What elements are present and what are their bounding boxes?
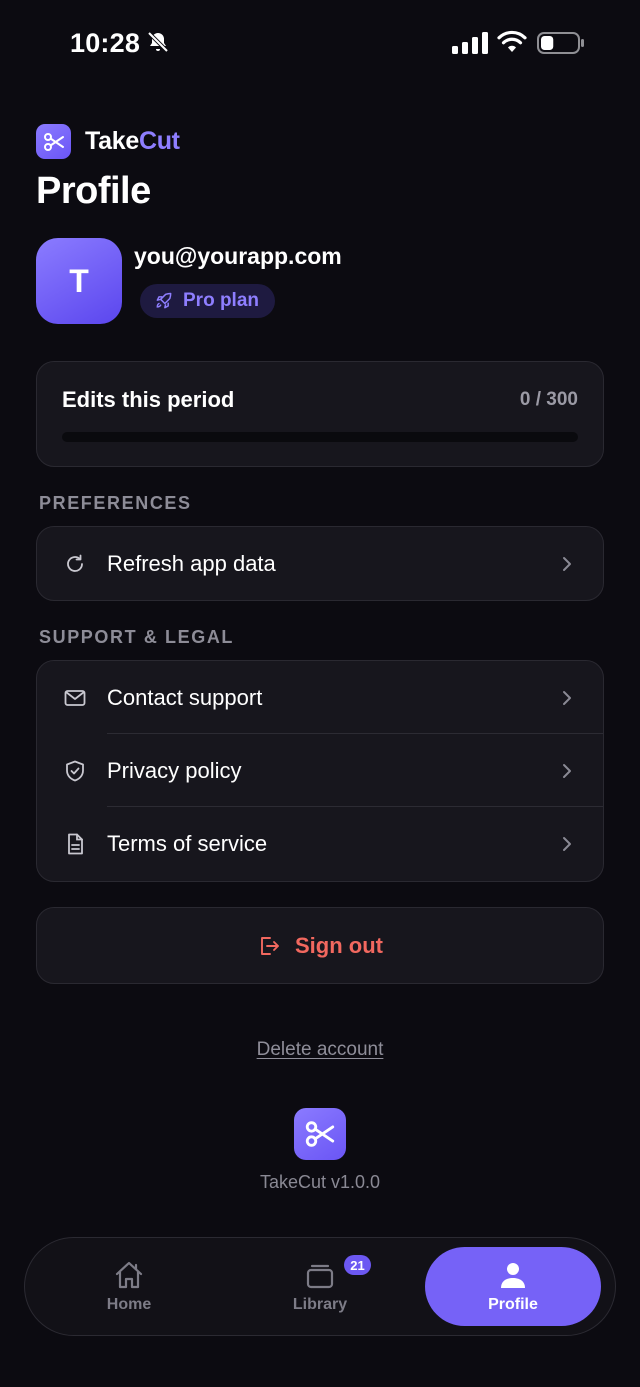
usage-card: Edits this period 0 / 300 xyxy=(36,361,604,467)
tab-bar: Home Library 21 Profile xyxy=(24,1237,616,1336)
support-legal-card: Contact support Privacy policy Terms of … xyxy=(36,660,604,882)
person-icon xyxy=(501,1262,525,1288)
tab-profile[interactable]: Profile xyxy=(425,1247,601,1326)
row-label: Privacy policy xyxy=(107,757,242,783)
chevron-right-icon xyxy=(563,556,571,571)
status-time: 10:28 xyxy=(70,28,141,58)
usage-progress-bar xyxy=(62,432,578,442)
support-legal-header: SUPPORT & LEGAL xyxy=(39,627,235,647)
tab-label: Library xyxy=(292,1295,348,1313)
app-version: TakeCut v1.0.0 xyxy=(259,1172,381,1192)
library-count-badge: 21 xyxy=(344,1255,371,1275)
usage-label: Edits this period xyxy=(62,387,235,412)
chevron-right-icon xyxy=(563,836,571,851)
bell-muted-icon xyxy=(147,31,169,53)
row-label: Terms of service xyxy=(107,830,268,856)
avatar-initial: T xyxy=(69,262,89,299)
delete-account-link[interactable]: Delete account xyxy=(0,1039,640,1061)
shield-icon xyxy=(66,760,84,781)
refresh-icon xyxy=(67,554,83,572)
privacy-policy-row[interactable]: Privacy policy xyxy=(37,734,603,807)
library-icon xyxy=(306,1264,334,1288)
scissors-logo-icon xyxy=(294,1108,346,1160)
tab-library[interactable]: Library 21 xyxy=(230,1238,410,1335)
sign-out-label: Sign out xyxy=(295,932,383,958)
preferences-header: PREFERENCES xyxy=(39,493,192,513)
contact-support-row[interactable]: Contact support xyxy=(37,661,603,734)
brand: TakeCut xyxy=(36,124,180,159)
plan-badge: Pro plan xyxy=(140,284,276,318)
row-label: Refresh app data xyxy=(107,550,276,576)
brand-name: TakeCut xyxy=(85,127,180,155)
scissors-logo-icon xyxy=(36,124,71,159)
tab-label: Profile xyxy=(488,1295,538,1313)
status-bar: 10:28 xyxy=(0,0,640,90)
wifi-icon xyxy=(497,30,527,52)
sign-out-button[interactable]: Sign out xyxy=(36,907,604,984)
document-icon xyxy=(68,833,83,854)
preferences-card: Refresh app data xyxy=(36,526,604,601)
avatar: T xyxy=(36,238,122,324)
terms-of-service-row[interactable]: Terms of service xyxy=(37,807,603,880)
refresh-app-data-row[interactable]: Refresh app data xyxy=(37,527,603,600)
mail-icon xyxy=(64,689,86,706)
user-email: you@yourapp.com xyxy=(134,243,342,269)
page-title: Profile xyxy=(36,170,151,212)
sign-out-icon xyxy=(261,936,279,955)
chevron-right-icon xyxy=(563,690,571,705)
tab-label: Home xyxy=(106,1295,152,1313)
home-icon xyxy=(115,1261,143,1288)
usage-count: 0 / 300 xyxy=(519,389,578,410)
signal-icon xyxy=(452,32,488,54)
row-label: Contact support xyxy=(107,684,263,710)
rocket-icon xyxy=(156,292,172,309)
battery-icon xyxy=(537,32,584,54)
tab-home[interactable]: Home xyxy=(39,1238,219,1335)
battery-level xyxy=(541,36,554,50)
chevron-right-icon xyxy=(563,763,571,778)
plan-label: Pro plan xyxy=(183,290,260,311)
